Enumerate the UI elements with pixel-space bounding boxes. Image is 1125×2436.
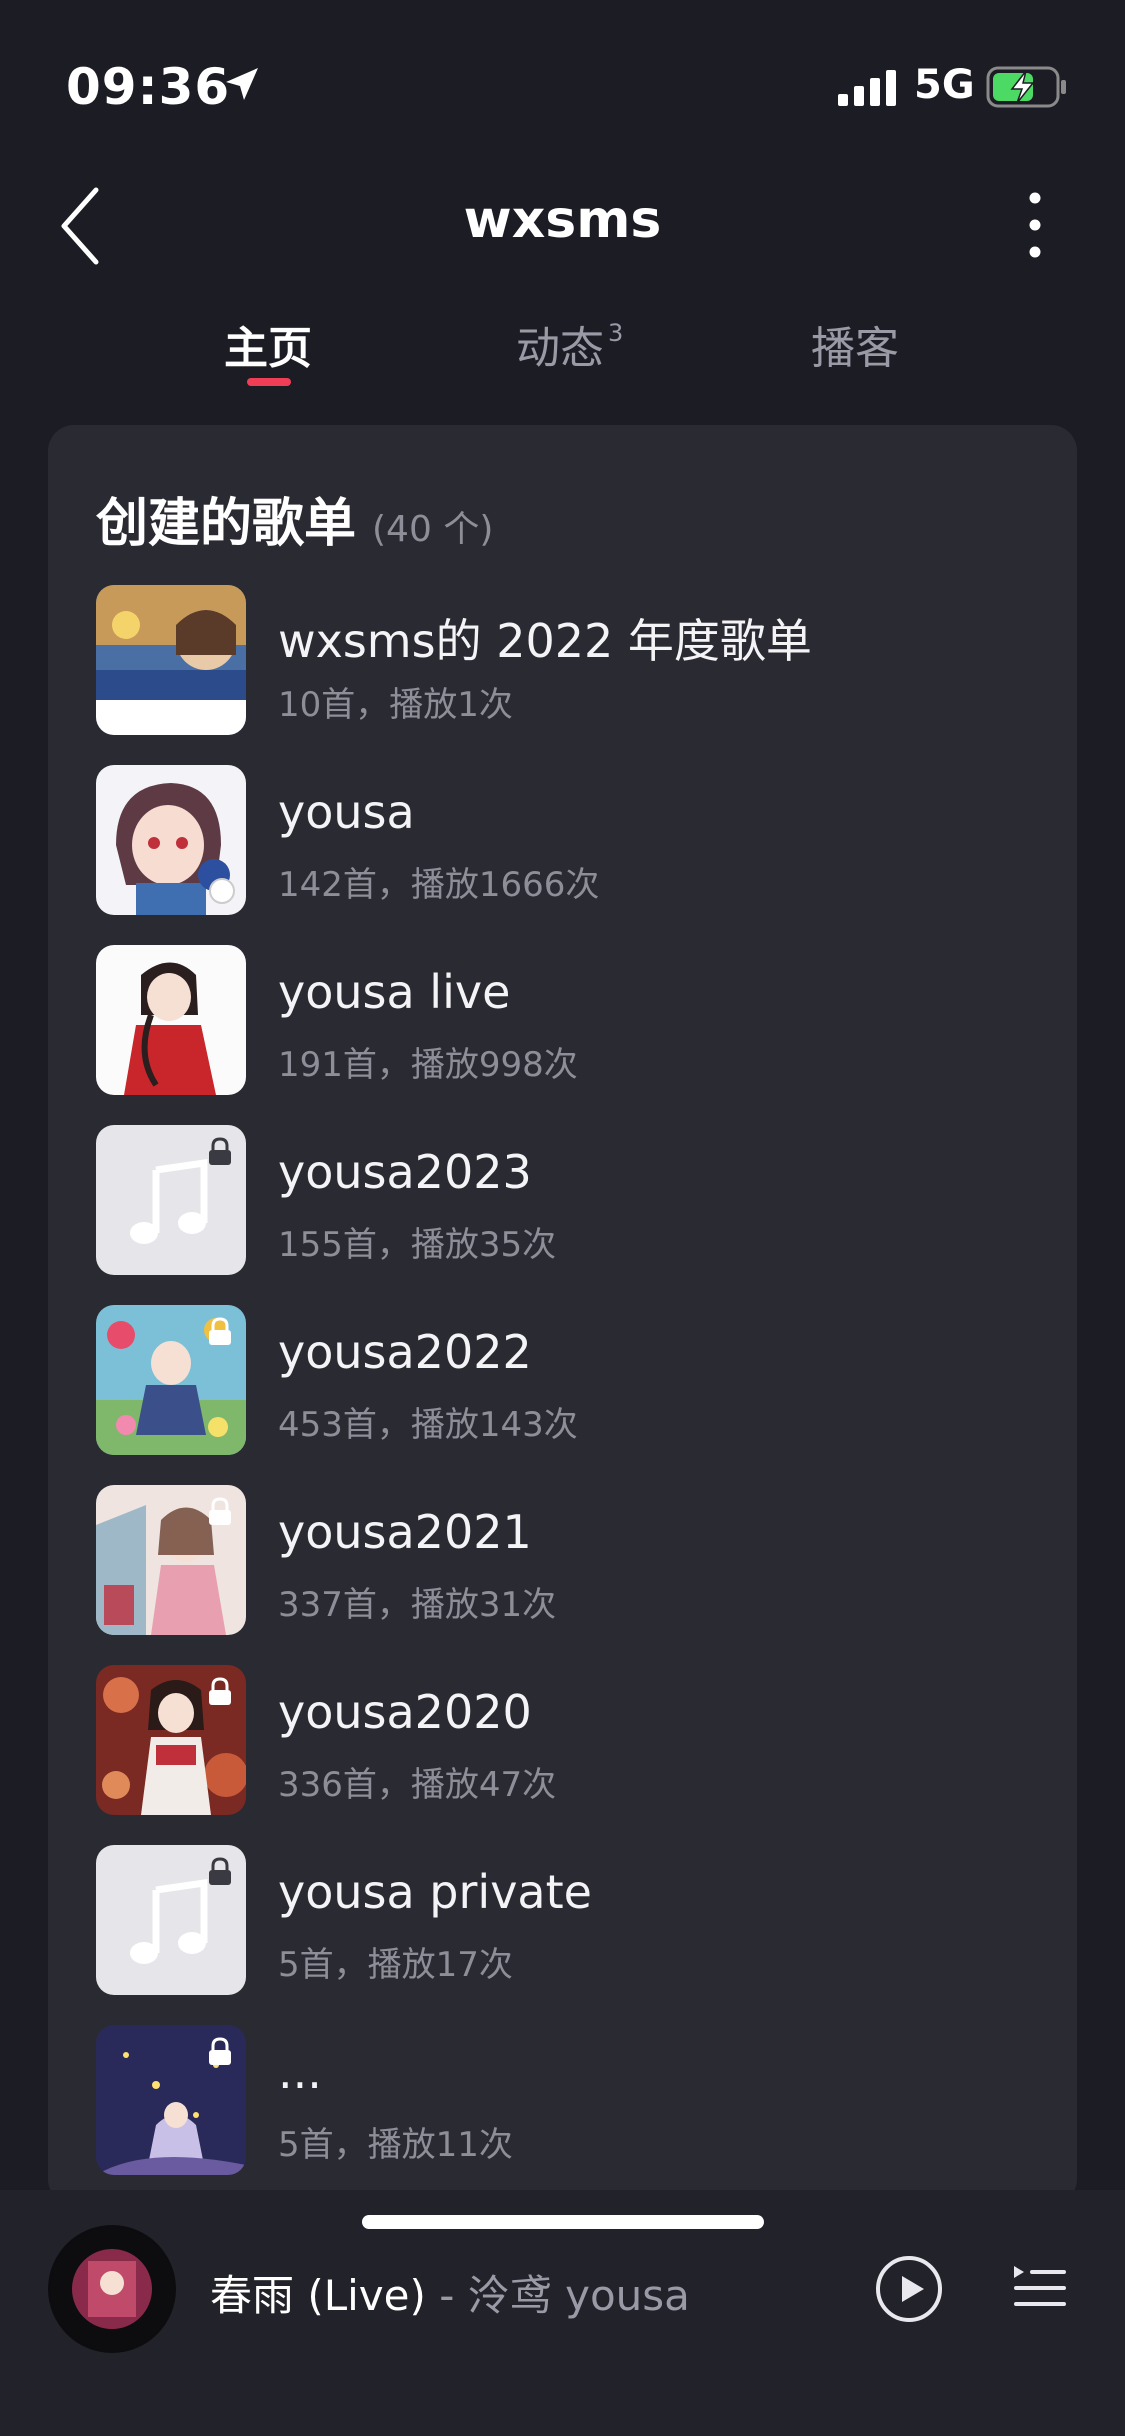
lock-icon <box>209 1137 231 1165</box>
playlist-cover <box>96 2025 246 2175</box>
cellular-signal-icon <box>838 70 896 106</box>
playlist-meta: 5首，播放11次 <box>278 2125 513 2165</box>
song-separator: - <box>425 2271 468 2320</box>
playlist-count: (40 个) <box>372 509 494 550</box>
playlist-item[interactable]: yousa2023 155首，播放35次 <box>96 1125 1046 1275</box>
status-bar: 09:36 5G <box>0 0 1125 170</box>
playlist-name: yousa private <box>278 1865 592 1919</box>
profile-tabs: 主页 动态 3 播客 <box>0 300 1125 400</box>
playlist-item[interactable]: yousa2021 337首，播放31次 <box>96 1485 1046 1635</box>
lock-icon <box>209 1677 231 1705</box>
tab-podcast[interactable]: 播客 <box>811 312 899 376</box>
playlist-name: wxsms的 2022 年度歌单 <box>278 614 812 668</box>
playlist-meta: 5首，播放17次 <box>278 1945 513 1985</box>
tab-activity[interactable]: 动态 3 <box>516 312 623 376</box>
lock-icon <box>209 1857 231 1885</box>
play-button[interactable] <box>874 2254 944 2324</box>
playlist-cover <box>96 945 246 1095</box>
playlist-name: ... <box>278 2045 322 2099</box>
more-vertical-icon <box>1029 192 1041 258</box>
lock-icon <box>209 1497 231 1525</box>
playlist-item[interactable]: wxsms的 2022 年度歌单 10首，播放1次 <box>96 585 1046 735</box>
tab-podcast-label: 播客 <box>811 323 899 374</box>
playlist-meta: 191首，播放998次 <box>278 1045 578 1085</box>
playlist-item[interactable]: yousa 142首，播放1666次 <box>96 765 1046 915</box>
nav-header: wxsms <box>0 170 1125 290</box>
playlist-cover <box>96 1485 246 1635</box>
playlist-name: yousa2023 <box>278 1145 532 1199</box>
active-tab-indicator <box>247 378 291 386</box>
playlist-cover <box>96 585 246 735</box>
playlist-name: yousa2021 <box>278 1505 532 1559</box>
location-arrow-icon <box>226 68 258 100</box>
playlist-name: yousa2020 <box>278 1685 532 1739</box>
playlist-meta: 155首，播放35次 <box>278 1225 557 1265</box>
playlist-meta: 336首，播放47次 <box>278 1765 557 1805</box>
playlist-name: yousa <box>278 785 415 839</box>
playlist-name: yousa2022 <box>278 1325 532 1379</box>
playlist-meta: 142首，播放1666次 <box>278 865 600 905</box>
play-icon <box>876 2256 942 2322</box>
now-playing-text: 春雨 (Live) - 泠鸢 yousa <box>210 2262 690 2323</box>
status-time: 09:36 <box>66 58 231 116</box>
playlist-meta: 10首，播放1次 <box>278 685 513 725</box>
playlist-cover <box>96 1125 246 1275</box>
vinyl-disc-icon <box>50 2227 174 2351</box>
playlist-item[interactable]: yousa2020 336首，播放47次 <box>96 1665 1046 1815</box>
tab-activity-label: 动态 <box>516 323 604 374</box>
network-type-label: 5G <box>914 62 975 108</box>
lock-icon <box>209 1317 231 1345</box>
now-playing-cover[interactable] <box>48 2225 176 2353</box>
playlist-meta: 337首，播放31次 <box>278 1585 557 1625</box>
queue-list-icon <box>1014 2266 1066 2306</box>
playlist-cover <box>96 1665 246 1815</box>
playlist-item[interactable]: yousa live 191首，播放998次 <box>96 945 1046 1095</box>
playlist-name: yousa live <box>278 965 511 1019</box>
playlist-cover <box>96 765 246 915</box>
playlist-cover <box>96 1845 246 1995</box>
playlist-item[interactable]: yousa private 5首，播放17次 <box>96 1845 1046 1995</box>
lock-icon <box>209 2037 231 2065</box>
section-title: 创建的歌单 (40 个) <box>96 481 493 556</box>
playlist-meta: 453首，播放143次 <box>278 1405 578 1445</box>
more-options-button[interactable] <box>1010 180 1060 280</box>
section-title-text: 创建的歌单 <box>96 494 357 554</box>
song-artist: 泠鸢 yousa <box>467 2271 690 2320</box>
playlist-cover <box>96 1305 246 1455</box>
playlist-item[interactable]: ... 5首，播放11次 <box>96 2025 1046 2175</box>
tab-home-label: 主页 <box>224 323 312 374</box>
created-playlists-card: 创建的歌单 (40 个) wxsms的 2022 年度歌单 10首，播放1次 y… <box>48 425 1077 2205</box>
song-title: 春雨 (Live) <box>210 2271 426 2320</box>
playlist-item[interactable]: yousa2022 453首，播放143次 <box>96 1305 1046 1455</box>
tab-home[interactable]: 主页 <box>224 312 312 376</box>
playlist-queue-button[interactable] <box>1012 2260 1068 2316</box>
tab-activity-badge: 3 <box>608 319 624 348</box>
battery-charging-icon <box>986 66 1066 108</box>
home-indicator <box>362 2215 764 2229</box>
page-title: wxsms <box>463 190 662 250</box>
